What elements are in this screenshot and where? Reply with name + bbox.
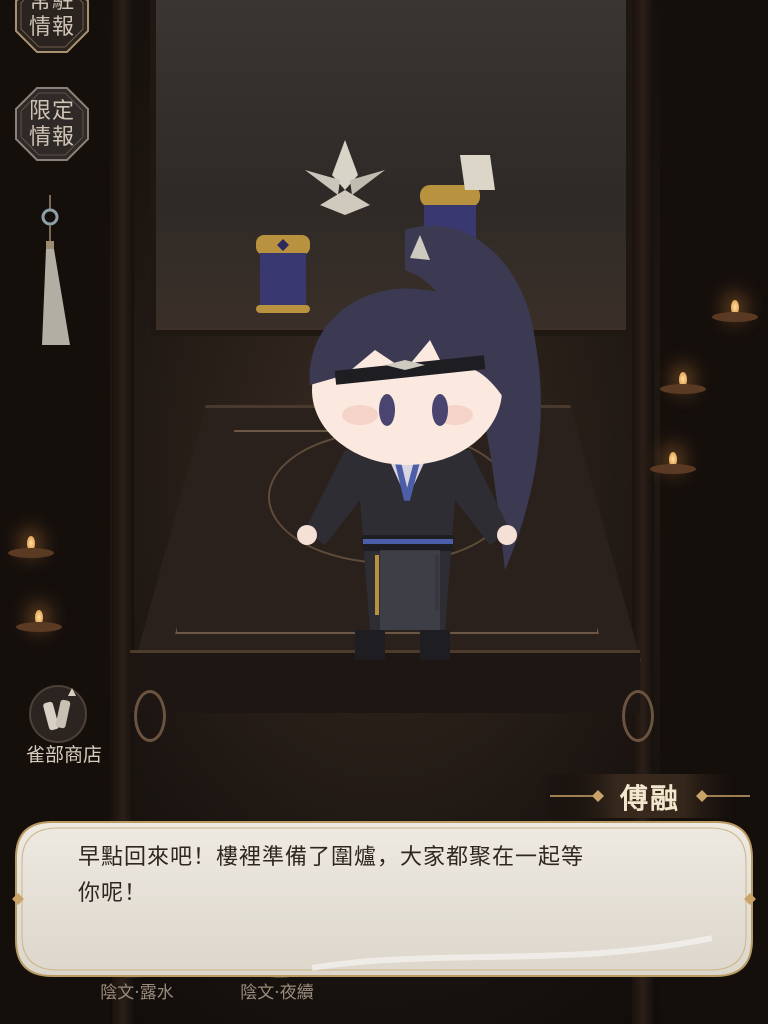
rune-dew-label[interactable]: 陰文·露水: [62, 978, 212, 1003]
dialog-text: 早點回來吧！樓裡準備了圍爐，大家都聚在一起等 你呢！: [78, 840, 718, 912]
badge-line2: 情報: [28, 125, 75, 150]
candle-right-1: [712, 300, 758, 326]
speaker-name: 傅融: [619, 782, 680, 815]
dialog-line-1: 早點回來吧！樓裡準備了圍爐，大家都聚在一起等: [78, 845, 585, 870]
jade-tassel-icon: [41, 195, 70, 345]
candle-left-1: [8, 536, 54, 562]
badge-line1: 限定: [28, 99, 75, 124]
table-ring-left: [134, 690, 166, 742]
dialog-line-2: 你呢！: [78, 881, 148, 906]
candle-right-2: [660, 372, 706, 398]
limited-info-button[interactable]: 限定 情報: [14, 86, 90, 162]
table-ring-right: [622, 690, 654, 742]
candle-left-2: [16, 610, 62, 636]
badge-line1: 常駐: [28, 0, 75, 14]
candle-right-3: [650, 452, 696, 478]
badge-line2: 情報: [28, 15, 75, 40]
game-scene: 常駐 情報 限定 情報 雀部商店 陰文·露水 陰文·夜續 傅融 早點回來吧！樓裡…: [0, 0, 768, 1024]
chibi-character-fu-rong[interactable]: [235, 200, 580, 670]
rune-night-label[interactable]: 陰文·夜續: [202, 978, 352, 1003]
sparrow-shop-button[interactable]: 雀部商店: [16, 684, 112, 780]
shop-label: 雀部商店: [25, 744, 102, 766]
shop-icon: [29, 685, 87, 743]
permanent-info-button[interactable]: 常駐 情報: [14, 0, 90, 54]
octagon-badge-icon: [15, 87, 89, 161]
